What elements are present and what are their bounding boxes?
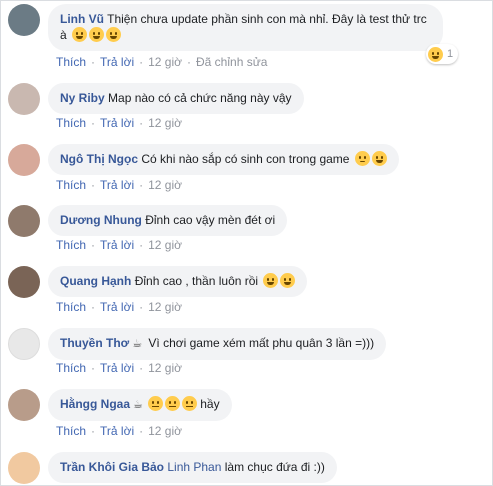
reply-link[interactable]: Trả lời xyxy=(100,55,134,69)
comment-actions: Thích · Trả lời · 12 giờ xyxy=(56,238,182,252)
neutral-face-emoji-icon xyxy=(164,396,180,411)
rofl-emoji-icon xyxy=(72,27,88,42)
coffee-icon: ☕ xyxy=(133,398,143,411)
comment-author[interactable]: Hằngg Ngaa xyxy=(60,397,130,411)
comment-actions: Thích · Trả lời · 12 giờ · Đã chỉnh sửa xyxy=(56,55,268,69)
avatar[interactable] xyxy=(8,452,40,484)
coffee-icon: ☕ xyxy=(132,337,143,350)
comment-actions: Thích · Trả lời · 12 giờ xyxy=(56,300,182,314)
comment-bubble: Dương Nhung Đỉnh cao vậy mèn đét ơi xyxy=(48,205,288,236)
comment-text: Có khi nào sắp có sinh con trong game xyxy=(141,152,350,166)
edited-label[interactable]: Đã chỉnh sửa xyxy=(196,55,267,69)
avatar[interactable] xyxy=(8,328,40,360)
reply-link[interactable]: Trả lời xyxy=(100,178,134,192)
rofl-emoji-icon xyxy=(106,27,122,42)
reply-link[interactable]: Trả lời xyxy=(100,300,134,314)
like-link[interactable]: Thích xyxy=(56,424,86,438)
timestamp[interactable]: 12 giờ xyxy=(148,424,182,438)
comment-bubble: Hằngg Ngaa ☕ hầy xyxy=(48,389,232,421)
comment-text: Đỉnh cao , thần luôn rồi xyxy=(134,274,259,288)
comment-bubble: Thuyền Thơ ☕ Vì chơi game xém mất phu quâ… xyxy=(48,328,387,360)
like-link[interactable]: Thích xyxy=(56,55,86,69)
like-link[interactable]: Thích xyxy=(56,178,86,192)
comment-text: làm chục đứa đi :)) xyxy=(224,460,325,474)
comment-author[interactable]: Trần Khôi Gia Bảo xyxy=(60,460,164,474)
reaction-count: 1 xyxy=(447,48,454,60)
comment-bubble: Ngô Thị Ngọc Có khi nào sắp có sinh con … xyxy=(48,144,399,175)
laughing-emoji-icon xyxy=(263,273,279,288)
comment-bubble: Linh Vũ Thiện chưa update phần sinh con … xyxy=(48,4,443,51)
comment-author[interactable]: Ny Riby xyxy=(60,91,105,105)
comment-text: Đỉnh cao vậy mèn đét ơi xyxy=(145,213,276,227)
avatar[interactable] xyxy=(8,266,40,298)
avatar[interactable] xyxy=(8,205,40,237)
avatar[interactable] xyxy=(8,83,40,115)
timestamp[interactable]: 12 giờ xyxy=(148,55,182,69)
comment-actions: Thích · Trả lời · 12 giờ xyxy=(56,116,182,130)
neutral-face-emoji-icon xyxy=(181,396,197,411)
comment-author[interactable]: Ngô Thị Ngọc xyxy=(60,152,138,166)
comment-actions: Thích · Trả lời · 12 giờ xyxy=(56,178,182,192)
reply-link[interactable]: Trả lời xyxy=(100,238,134,252)
timestamp[interactable]: 12 giờ xyxy=(148,361,182,375)
comment-bubble: Quang Hạnh Đỉnh cao , thần luôn rồi xyxy=(48,266,308,297)
timestamp[interactable]: 12 giờ xyxy=(148,178,182,192)
avatar[interactable] xyxy=(8,389,40,421)
reply-link[interactable]: Trả lời xyxy=(100,116,134,130)
reply-link[interactable]: Trả lời xyxy=(100,361,134,375)
like-link[interactable]: Thích xyxy=(56,116,86,130)
reaction-count-badge[interactable]: 1 xyxy=(426,44,459,64)
comment-bubble: Trần Khôi Gia Bảo Linh Phan làm chục đứa… xyxy=(48,452,337,483)
comment-author[interactable]: Thuyền Thơ xyxy=(60,336,129,350)
comment-author[interactable]: Linh Vũ xyxy=(60,12,104,26)
avatar[interactable] xyxy=(8,144,40,176)
avatar[interactable] xyxy=(8,4,40,36)
laughing-emoji-icon xyxy=(280,273,296,288)
comment-author[interactable]: Quang Hạnh xyxy=(60,274,131,288)
comment-actions: Thích · Trả lời · 12 giờ xyxy=(56,424,182,438)
comment-actions: Thích · Trả lời · 12 giờ xyxy=(56,361,182,375)
timestamp[interactable]: 12 giờ xyxy=(148,238,182,252)
mention-link[interactable]: Linh Phan xyxy=(167,460,221,474)
smiling-emoji-icon xyxy=(371,151,387,166)
timestamp[interactable]: 12 giờ xyxy=(148,300,182,314)
timestamp[interactable]: 12 giờ xyxy=(148,116,182,130)
comment-text: hầy xyxy=(200,397,220,411)
comments-panel: Linh Vũ Thiện chưa update phần sinh con … xyxy=(0,0,493,486)
thinking-emoji-icon xyxy=(354,151,370,166)
neutral-face-emoji-icon xyxy=(147,396,163,411)
like-link[interactable]: Thích xyxy=(56,361,86,375)
reply-link[interactable]: Trả lời xyxy=(100,424,134,438)
like-link[interactable]: Thích xyxy=(56,300,86,314)
haha-reaction-icon xyxy=(428,46,443,62)
rofl-emoji-icon xyxy=(89,27,105,42)
comment-text: Map nào có cả chức năng này vậy xyxy=(108,91,292,105)
like-link[interactable]: Thích xyxy=(56,238,86,252)
comment-author[interactable]: Dương Nhung xyxy=(60,213,142,227)
comment-text: Vì chơi game xém mất phu quân 3 lần =))) xyxy=(148,336,375,350)
comment-bubble: Ny Riby Map nào có cả chức năng này vậy xyxy=(48,83,304,114)
